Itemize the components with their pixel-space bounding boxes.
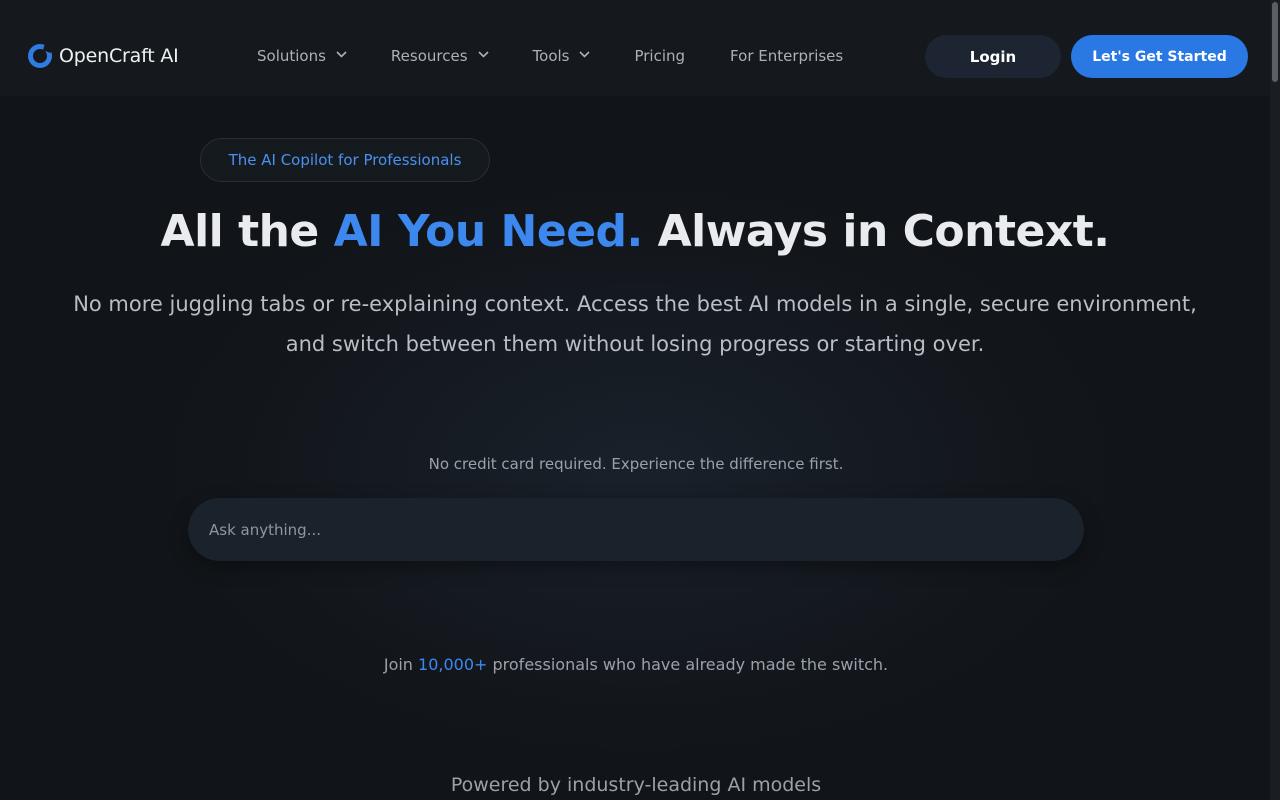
headline-part: All the (160, 206, 334, 257)
chevron-down-icon (336, 51, 347, 61)
site-header: OpenCraft AI Solutions Resources Tools P… (0, 0, 1280, 96)
nav-item-label: For Enterprises (730, 47, 844, 65)
nav-item-label: Pricing (634, 47, 686, 65)
get-started-button[interactable]: Let's Get Started (1071, 35, 1248, 78)
main-nav: Solutions Resources Tools Pricing For En… (257, 47, 888, 65)
headline-part: Always in Context. (642, 206, 1110, 257)
join-text: professionals who have already made the … (487, 655, 889, 674)
hero-headline: All the AI You Need. Always in Context. (0, 206, 1270, 257)
nav-item-label: Resources (390, 47, 468, 65)
hero-badge: The AI Copilot for Professionals (200, 138, 490, 182)
logo-icon (28, 44, 52, 68)
nav-item-label: Tools (532, 47, 570, 65)
ask-input[interactable] (188, 498, 1084, 561)
nav-item-solutions[interactable]: Solutions (257, 47, 347, 65)
nav-item-resources[interactable]: Resources (390, 47, 489, 65)
chevron-down-icon (579, 51, 591, 61)
social-proof: Join 10,000+ professionals who have alre… (0, 655, 1272, 674)
background-glow (0, 90, 1280, 800)
scrollbar-thumb[interactable] (1272, 2, 1278, 82)
hero-subtext: No more juggling tabs or re-explaining c… (73, 292, 1197, 356)
nav-item-label: Solutions (257, 47, 326, 65)
powered-by-heading: Powered by industry-leading AI models (450, 774, 822, 796)
chevron-down-icon (477, 51, 489, 61)
page-scrollbar[interactable] (1270, 0, 1280, 800)
no-credit-card-note: No credit card required. Experience the … (428, 455, 844, 473)
brand-name: OpenCraft AI (59, 45, 179, 67)
nav-item-tools[interactable]: Tools (532, 47, 591, 65)
nav-item-pricing[interactable]: Pricing (634, 47, 685, 65)
join-text: Join (383, 655, 419, 674)
headline-accent: AI You Need. (333, 206, 644, 257)
user-count: 10,000+ (418, 655, 488, 674)
brand-logo[interactable]: OpenCraft AI (28, 44, 179, 68)
login-button[interactable]: Login (925, 35, 1061, 78)
nav-item-enterprises[interactable]: For Enterprises (730, 47, 843, 65)
